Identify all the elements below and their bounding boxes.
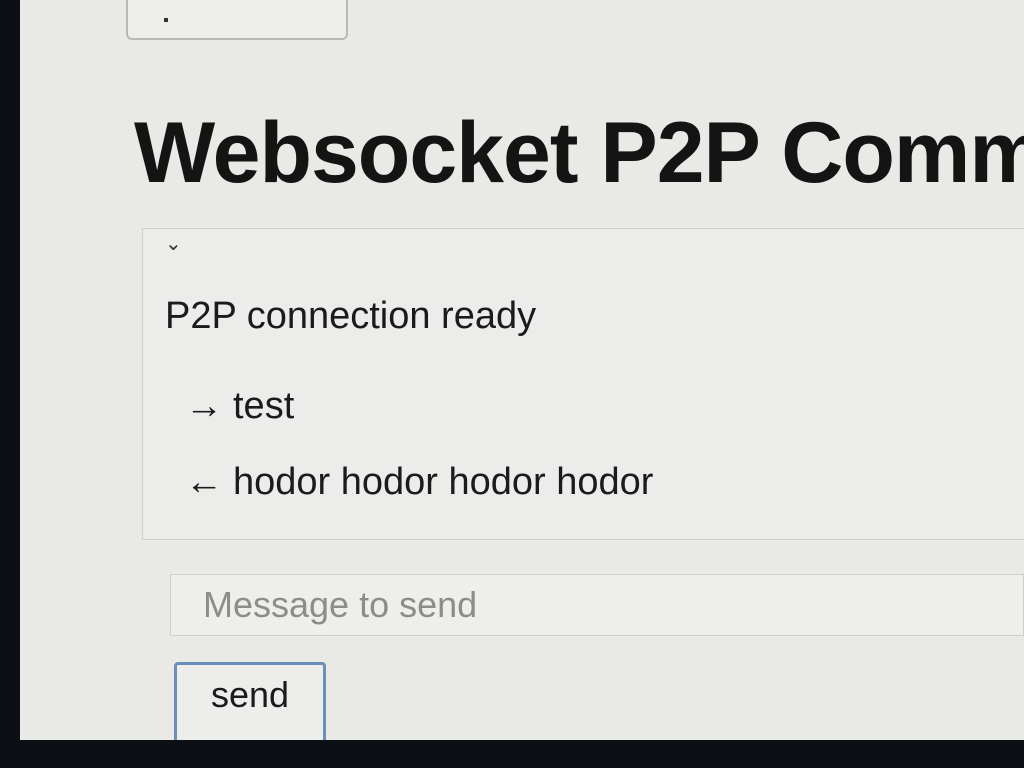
message-incoming: ← hodor hodor hodor hodor	[185, 461, 653, 504]
message-text: hodor hodor hodor hodor	[233, 461, 654, 503]
message-log: ⌄ P2P connection ready → test ← hodor hodo…	[142, 228, 1024, 540]
connection-status: P2P connection ready	[165, 295, 537, 337]
chevron-icon: ⌄	[165, 233, 182, 255]
message-outgoing: → test	[185, 385, 294, 428]
page-title: Websocket P2P Commu	[134, 105, 1024, 201]
top-button[interactable]	[126, 0, 348, 40]
arrow-right-icon: →	[185, 385, 223, 427]
button-dot	[164, 18, 168, 22]
message-input[interactable]	[170, 574, 1024, 636]
arrow-left-icon: ←	[185, 461, 223, 503]
message-text: test	[233, 385, 295, 427]
browser-viewport: Websocket P2P Commu ⌄ P2P connection rea…	[20, 0, 1024, 740]
send-button[interactable]: send	[174, 662, 326, 740]
